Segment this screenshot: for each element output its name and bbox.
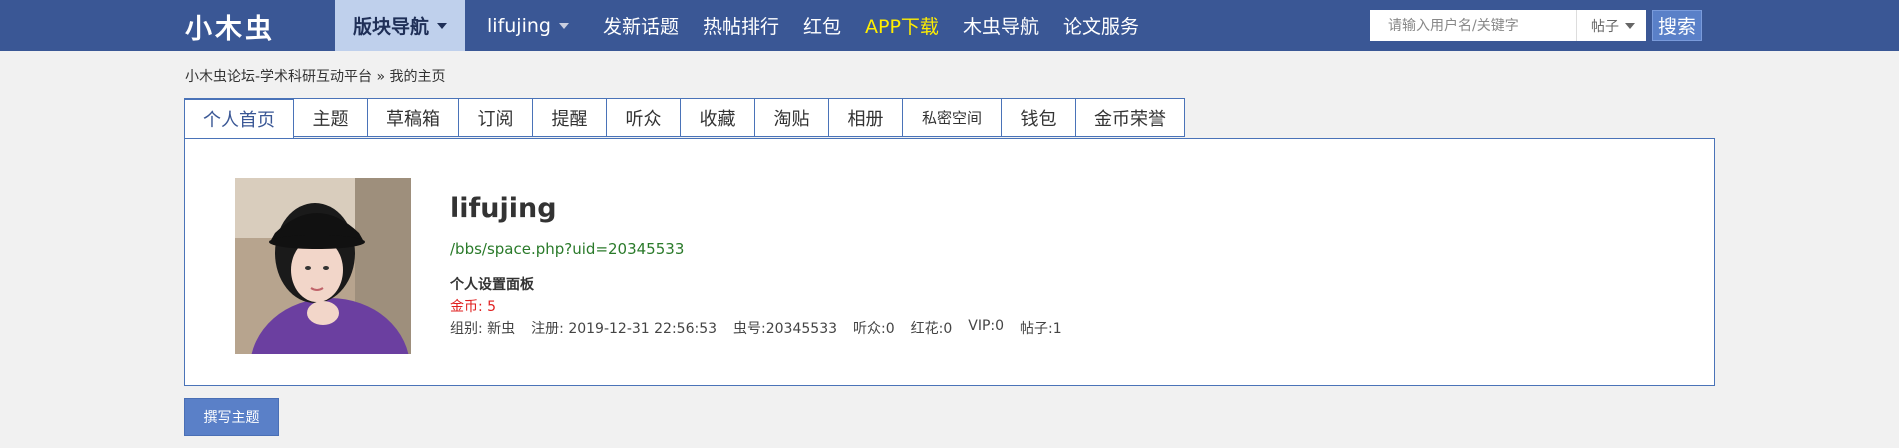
nav-user-menu[interactable]: lifujing <box>465 0 591 51</box>
tab-drafts[interactable]: 草稿箱 <box>368 98 459 137</box>
tab-taotie[interactable]: 淘贴 <box>755 98 829 137</box>
stat-vip: VIP:0 <box>968 318 1005 334</box>
search-button[interactable]: 搜索 <box>1652 10 1702 41</box>
breadcrumb-root-link[interactable]: 小木虫论坛-学术科研互动平台 <box>185 69 372 85</box>
profile-tabs: 个人首页 主题 草稿箱 订阅 提醒 听众 收藏 淘贴 相册 私密空间 钱包 金币… <box>184 98 1185 139</box>
profile-space-url[interactable]: /bbs/space.php?uid=20345533 <box>450 240 684 258</box>
breadcrumb-current: 我的主页 <box>389 69 446 85</box>
search-input[interactable] <box>1370 10 1576 41</box>
chevron-down-icon <box>437 22 448 29</box>
personal-settings-link[interactable]: 个人设置面板 <box>450 274 534 294</box>
chevron-down-icon <box>558 22 569 29</box>
nav-app-download[interactable]: APP下载 <box>853 0 951 51</box>
nav-hot-posts[interactable]: 热帖排行 <box>691 0 791 51</box>
nav-muchong-navigation[interactable]: 木虫导航 <box>951 0 1051 51</box>
breadcrumb-separator: » <box>376 69 386 85</box>
profile-panel <box>184 138 1715 386</box>
stat-group: 组别: 新虫 <box>450 321 516 337</box>
stat-flowers: 红花:0 <box>910 321 953 337</box>
tab-listeners[interactable]: 听众 <box>607 98 681 137</box>
stat-user-id: 虫号:20345533 <box>733 321 838 337</box>
tab-personal-home[interactable]: 个人首页 <box>184 98 294 139</box>
main-nav: 版块导航 lifujing 发新话题 热帖排行 红包 APP下载 木虫导航 论文… <box>335 0 1151 51</box>
avatar[interactable] <box>235 178 411 354</box>
tab-album[interactable]: 相册 <box>829 98 903 137</box>
nav-board-navigation-label: 版块导航 <box>353 16 430 38</box>
profile-coins: 金币: 5 <box>450 299 497 315</box>
profile-username: lifujing <box>450 193 557 224</box>
nav-paper-service[interactable]: 论文服务 <box>1051 0 1151 51</box>
stat-posts: 帖子:1 <box>1020 321 1062 337</box>
avatar-image <box>235 178 411 354</box>
tab-coin-honor[interactable]: 金币荣誉 <box>1076 98 1185 137</box>
breadcrumb: 小木虫论坛-学术科研互动平台 » 我的主页 <box>185 66 446 86</box>
nav-red-packet[interactable]: 红包 <box>791 0 853 51</box>
search-bar: 帖子 搜索 <box>1370 10 1702 41</box>
tab-topics[interactable]: 主题 <box>294 98 368 137</box>
stat-registered: 注册: 2019-12-31 22:56:53 <box>531 321 718 337</box>
stat-listeners: 听众:0 <box>853 321 895 337</box>
search-type-select[interactable]: 帖子 <box>1576 10 1646 41</box>
nav-user-menu-label: lifujing <box>487 14 551 37</box>
compose-topic-button[interactable]: 撰写主题 <box>184 398 279 436</box>
chevron-down-icon <box>1625 22 1635 29</box>
tab-private-space[interactable]: 私密空间 <box>903 98 1002 137</box>
site-logo[interactable]: 小木虫 <box>185 8 275 45</box>
search-type-value: 帖子 <box>1591 18 1619 35</box>
tab-reminders[interactable]: 提醒 <box>533 98 607 137</box>
tab-wallet[interactable]: 钱包 <box>1002 98 1076 137</box>
tab-favorites[interactable]: 收藏 <box>681 98 755 137</box>
top-navbar: 小木虫 版块导航 lifujing 发新话题 热帖排行 红包 APP下载 木虫导… <box>0 0 1899 51</box>
tab-subscriptions[interactable]: 订阅 <box>459 98 533 137</box>
profile-stats: 组别: 新虫 注册: 2019-12-31 22:56:53 虫号:203455… <box>450 318 1062 338</box>
nav-new-topic[interactable]: 发新话题 <box>591 0 691 51</box>
nav-board-navigation[interactable]: 版块导航 <box>335 0 466 51</box>
